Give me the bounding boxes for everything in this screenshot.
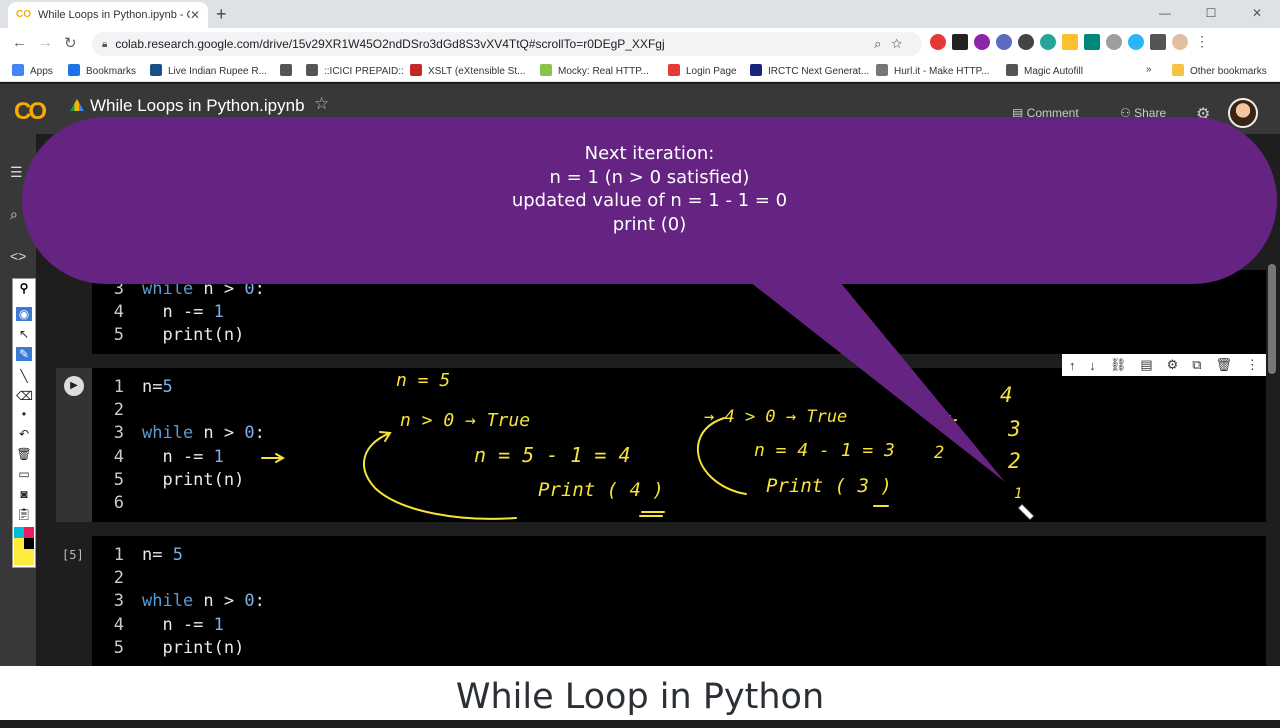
- callout-line: updated value of n = 1 - 1 = 0: [511, 190, 788, 211]
- callout-tail: [750, 282, 1005, 482]
- callout-text: Next iteration: n = 1 (n > 0 satisfied) …: [22, 142, 1277, 236]
- video-title-banner: While Loop in Python: [0, 666, 1280, 720]
- callout-line: print (0): [612, 213, 687, 235]
- callout-line: n = 1 (n > 0 satisfied): [549, 166, 750, 188]
- callout-line: Next iteration:: [584, 143, 715, 164]
- footer-title: While Loop in Python: [455, 677, 825, 717]
